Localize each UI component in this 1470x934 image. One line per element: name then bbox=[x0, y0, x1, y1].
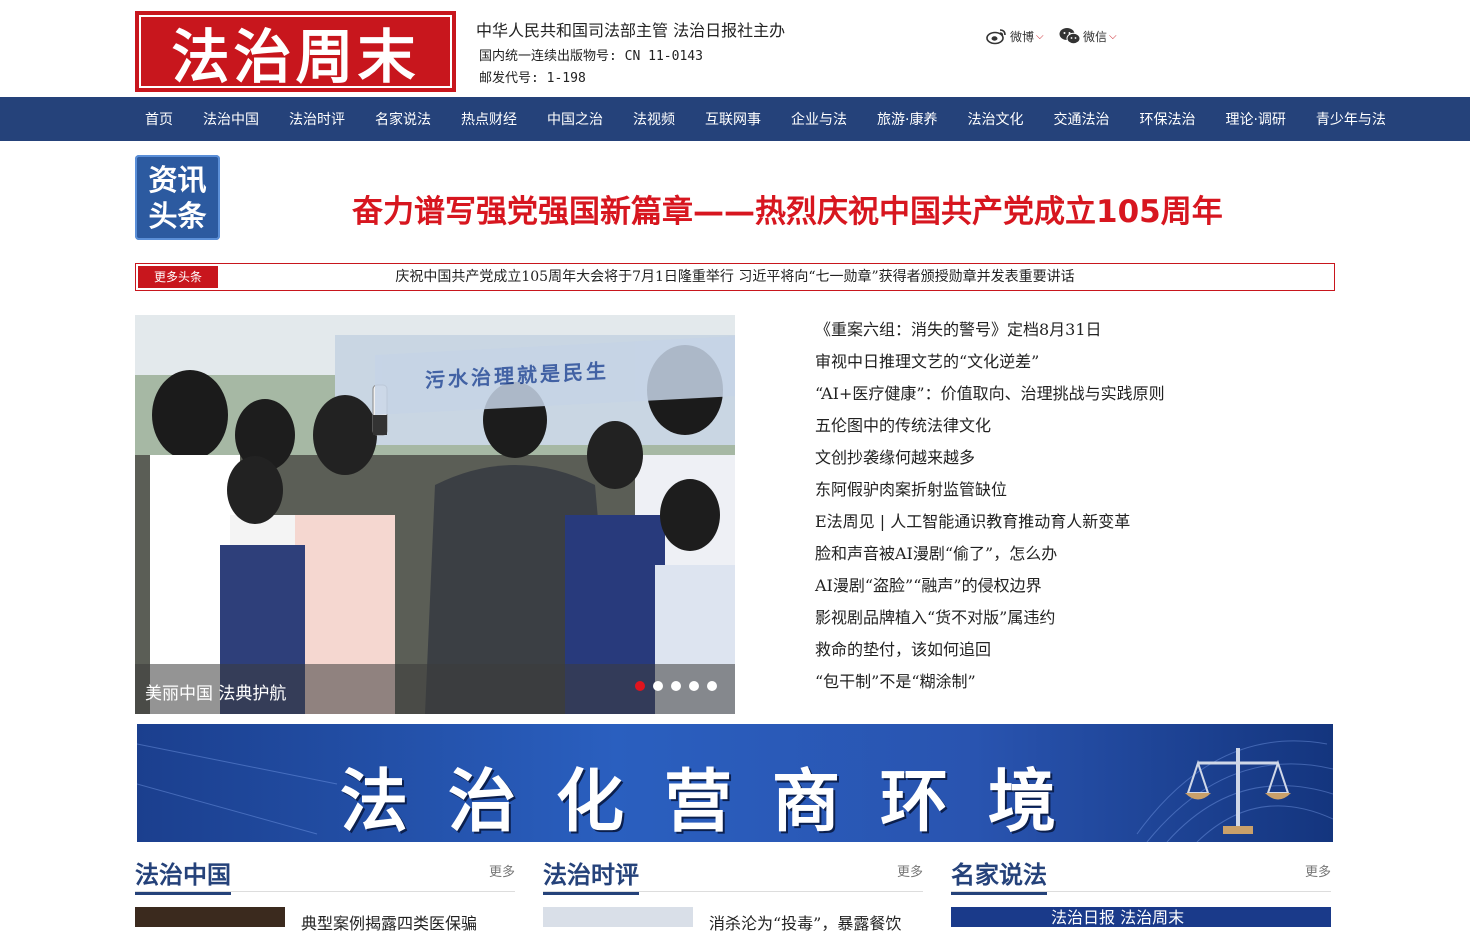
section-first-item[interactable]: 典型案例揭露四类医保骗 bbox=[301, 910, 477, 934]
chevron-down-icon: ⌵ bbox=[1036, 30, 1044, 42]
section-title[interactable]: 名家说法 bbox=[951, 855, 1047, 895]
badge-line-2: 头条 bbox=[148, 198, 207, 233]
headline-item[interactable]: E法周见 | 人工智能通识教育推动育人新变革 bbox=[815, 512, 1165, 544]
headline-item[interactable]: AI漫剧“盗脸”“融声”的侵权边界 bbox=[815, 576, 1165, 608]
wechat-icon bbox=[1059, 28, 1081, 45]
postal-code-text: 邮发代号: 1-198 bbox=[479, 71, 586, 86]
nav-item[interactable]: 环保法治 bbox=[1139, 109, 1195, 129]
section-thumbnail[interactable] bbox=[543, 907, 693, 927]
wechat-label: 微信 bbox=[1083, 29, 1108, 44]
section-title[interactable]: 法治时评 bbox=[543, 855, 639, 895]
site-logo[interactable]: 法治周末 bbox=[135, 11, 456, 92]
carousel-dot[interactable] bbox=[689, 681, 699, 691]
scales-of-justice-icon bbox=[1185, 748, 1291, 834]
top-headline-banner[interactable]: 奋力谱写强党强国新篇章——热烈庆祝中国共产党成立105周年 bbox=[352, 186, 1223, 231]
carousel-dot[interactable] bbox=[671, 681, 681, 691]
nav-item[interactable]: 首页 bbox=[145, 109, 173, 129]
nav-item[interactable]: 旅游·康养 bbox=[877, 109, 937, 129]
weibo-icon bbox=[986, 29, 1006, 45]
photo-carousel[interactable]: 污水治理就是民生 美丽中国 法典护航 bbox=[135, 315, 735, 714]
headline-item[interactable]: 脸和声音被AI漫剧“偷了”，怎么办 bbox=[815, 544, 1165, 576]
nav-item[interactable]: 企业与法 bbox=[791, 109, 847, 129]
weibo-label: 微博 bbox=[1010, 29, 1035, 44]
headline-item[interactable]: 文创抄袭缘何越来越多 bbox=[815, 448, 1165, 480]
headline-ticker: 更多头条 庆祝中国共产党成立105周年大会将于7月1日隆重举行 习近平将向“七一… bbox=[135, 263, 1335, 291]
photo-sign-text: 污水治理就是民生 bbox=[425, 358, 609, 393]
nav-item[interactable]: 理论·调研 bbox=[1225, 109, 1285, 129]
business-banner-text: 法治化营商环境 bbox=[340, 763, 1097, 842]
carousel-dot[interactable] bbox=[653, 681, 663, 691]
section-more-link[interactable]: 更多 bbox=[489, 861, 515, 880]
section-expert-views: 名家说法 更多 法治日报 法治周末 bbox=[951, 855, 1331, 927]
carousel-dot[interactable] bbox=[707, 681, 717, 691]
headline-item[interactable]: 《重案六组：消失的警号》定档8月31日 bbox=[815, 320, 1165, 352]
nav-item[interactable]: 青少年与法 bbox=[1316, 109, 1386, 129]
section-title[interactable]: 法治中国 bbox=[135, 855, 231, 895]
nav-item[interactable]: 法视频 bbox=[633, 109, 675, 129]
headline-item[interactable]: 救命的垫付，该如何追回 bbox=[815, 640, 1165, 672]
ticker-headline-link[interactable]: 庆祝中国共产党成立105周年大会将于7月1日隆重举行 习近平将向“七一勋章”获得… bbox=[136, 266, 1334, 286]
wechat-link[interactable]: 微信 ⌵ bbox=[1059, 27, 1117, 45]
nav-item[interactable]: 互联网事 bbox=[705, 109, 761, 129]
section-divider bbox=[543, 891, 923, 892]
carousel-dot[interactable] bbox=[635, 681, 645, 691]
headline-item[interactable]: 审视中日推理文艺的“文化逆差” bbox=[815, 352, 1165, 384]
carousel-caption-bar: 美丽中国 法典护航 bbox=[135, 664, 735, 714]
badge-line-1: 资讯 bbox=[148, 162, 207, 197]
headline-item[interactable]: 东阿假驴肉案折射监管缺位 bbox=[815, 480, 1165, 512]
headline-item[interactable]: 影视剧品牌植入“货不对版”属违约 bbox=[815, 608, 1165, 640]
section-more-link[interactable]: 更多 bbox=[897, 861, 923, 880]
nav-list: 首页 法治中国 法治时评 名家说法 热点财经 中国之治 法视频 互联网事 企业与法 旅游·康养 法治… bbox=[135, 97, 1406, 141]
carousel-caption[interactable]: 美丽中国 法典护航 bbox=[145, 679, 286, 704]
section-fazhi-china: 法治中国 更多 典型案例揭露四类医保骗 bbox=[135, 855, 515, 933]
main-nav: 首页 法治中国 法治时评 名家说法 热点财经 中国之治 法视频 互联网事 企业与法 旅游·康养 法治… bbox=[0, 97, 1470, 141]
business-environment-banner[interactable]: 法治化营商环境 bbox=[137, 724, 1333, 842]
nav-item[interactable]: 法治文化 bbox=[967, 109, 1023, 129]
issn-text: 国内统一连续出版物号: CN 11-0143 bbox=[479, 49, 703, 64]
sponsor-text: 中华人民共和国司法部主管 法治日报社主办 bbox=[476, 21, 786, 40]
section-fazhi-commentary: 法治时评 更多 消杀沦为“投毒”，暴露餐饮 bbox=[543, 855, 923, 933]
section-divider bbox=[951, 891, 1331, 892]
chevron-down-icon: ⌵ bbox=[1109, 30, 1117, 42]
section-thumbnail[interactable] bbox=[135, 907, 285, 927]
nav-item[interactable]: 名家说法 bbox=[375, 109, 431, 129]
nav-item[interactable]: 热点财经 bbox=[461, 109, 517, 129]
nav-item[interactable]: 交通法治 bbox=[1053, 109, 1109, 129]
section-first-item[interactable]: 消杀沦为“投毒”，暴露餐饮 bbox=[709, 910, 901, 934]
weibo-link[interactable]: 微博 ⌵ bbox=[986, 27, 1044, 45]
logo-text: 法治周末 bbox=[139, 15, 452, 91]
section-banner-thumbnail[interactable]: 法治日报 法治周末 bbox=[951, 907, 1331, 927]
headline-list: 《重案六组：消失的警号》定档8月31日 审视中日推理文艺的“文化逆差” “AI+医疗… bbox=[815, 320, 1165, 704]
nav-item[interactable]: 中国之治 bbox=[547, 109, 603, 129]
headline-item[interactable]: “包干制”不是“糊涂制” bbox=[815, 672, 1165, 704]
nav-item[interactable]: 法治中国 bbox=[203, 109, 259, 129]
carousel-dots bbox=[635, 681, 717, 691]
section-divider bbox=[135, 891, 515, 892]
nav-item[interactable]: 法治时评 bbox=[289, 109, 345, 129]
headline-item[interactable]: 五伦图中的传统法律文化 bbox=[815, 416, 1165, 448]
headline-item[interactable]: “AI+医疗健康”：价值取向、治理挑战与实践原则 bbox=[815, 384, 1165, 416]
section-more-link[interactable]: 更多 bbox=[1305, 861, 1331, 880]
site-header: 法治周末 中华人民共和国司法部主管 法治日报社主办 国内统一连续出版物号: CN… bbox=[135, 0, 1335, 97]
news-headline-badge: 资讯 头条 bbox=[135, 155, 220, 240]
